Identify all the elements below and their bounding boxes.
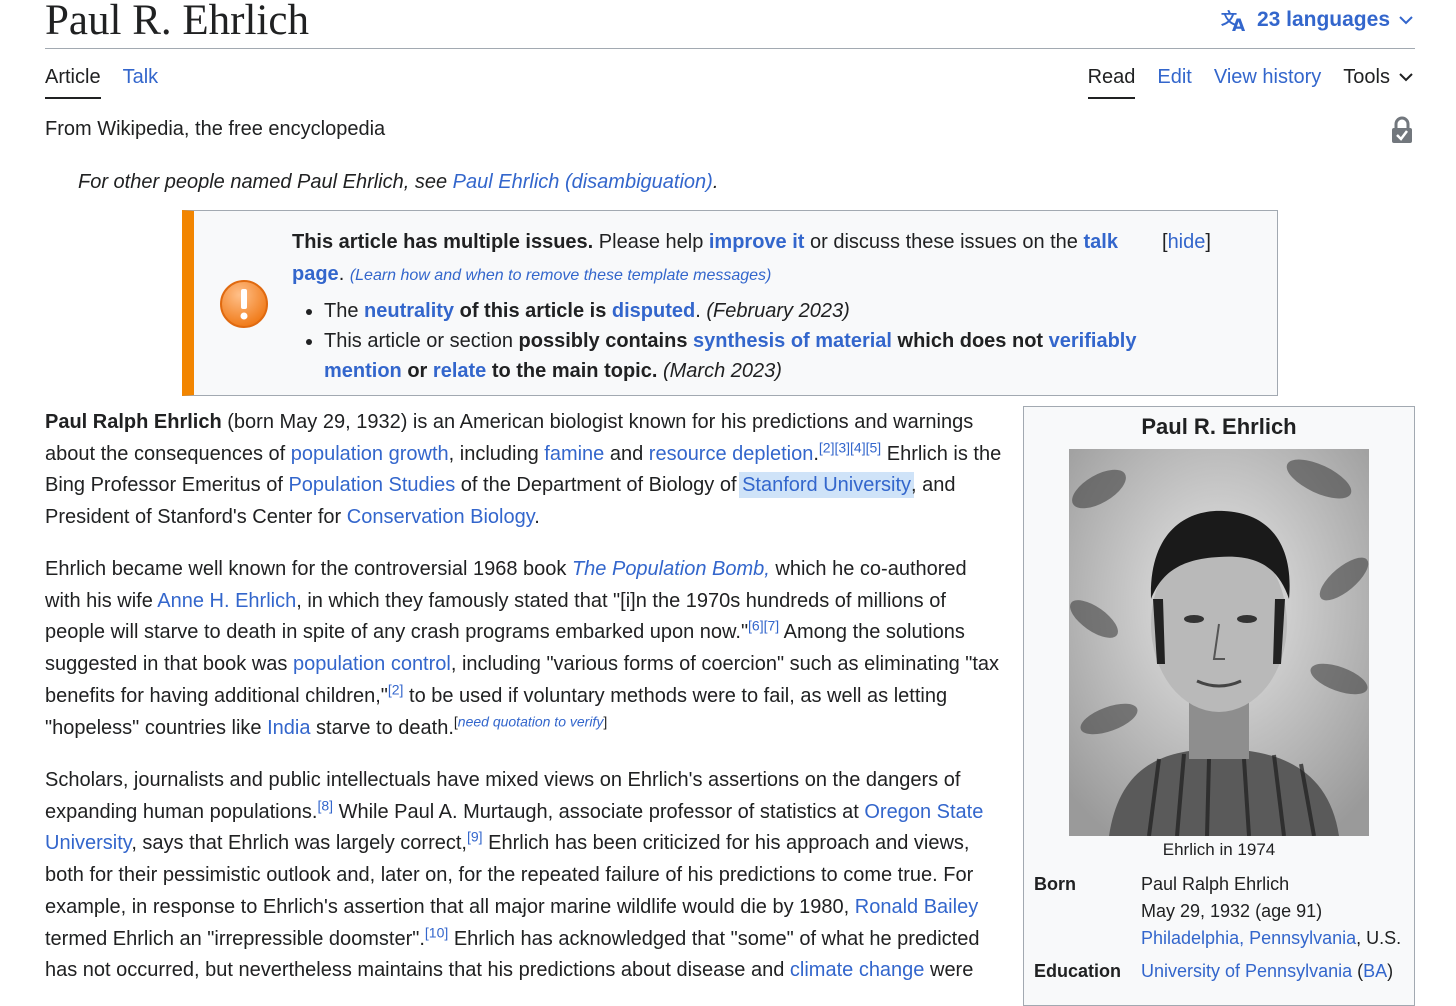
hide-toggle: [hide]	[1162, 231, 1211, 253]
synthesis-link[interactable]: synthesis of material	[693, 330, 892, 352]
resource-depletion-link[interactable]: resource depletion	[649, 443, 814, 465]
issue-date: (March 2023)	[657, 360, 782, 382]
citation-refs[interactable]: [9]	[467, 829, 483, 845]
born-date: May 29, 1932 (age 91)	[1141, 901, 1323, 921]
anne-ehrlich-link[interactable]: Anne H. Ehrlich	[157, 590, 296, 612]
relate-link[interactable]: relate	[433, 360, 486, 382]
citation-refs[interactable]: [6][7]	[748, 618, 779, 634]
issue-synthesis: This article or section possibly contain…	[324, 326, 1152, 386]
population-studies-link[interactable]: Population Studies	[288, 474, 455, 496]
citation-refs[interactable]: [2][3][4][5]	[819, 439, 881, 455]
issue-date: (February 2023)	[706, 300, 850, 322]
tagline: From Wikipedia, the free encyclopedia	[45, 118, 386, 140]
tools-menu[interactable]: Tools	[1343, 66, 1414, 97]
tab-edit[interactable]: Edit	[1157, 66, 1191, 97]
tab-read[interactable]: Read	[1087, 66, 1136, 99]
lead-paragraph-1: Paul Ralph Ehrlich (born May 29, 1932) i…	[45, 411, 1002, 529]
tools-label: Tools	[1343, 66, 1390, 88]
portrait-caption: Ehrlich in 1974	[1162, 840, 1276, 859]
languages-button[interactable]: 文A 23 languages	[1221, 8, 1414, 32]
disputed-link[interactable]: disputed	[612, 300, 695, 322]
india-link[interactable]: India	[267, 717, 310, 739]
citation-refs[interactable]: [2]	[388, 681, 404, 697]
page-title: Paul R. Ehrlich	[45, 0, 309, 44]
tab-article[interactable]: Article	[45, 66, 101, 99]
chevron-down-icon	[1398, 66, 1414, 89]
ba-link[interactable]: BA	[1363, 961, 1387, 981]
languages-label: 23 languages	[1256, 8, 1390, 31]
citation-refs[interactable]: [10]	[425, 924, 448, 940]
philadelphia-link[interactable]: Philadelphia, Pennsylvania	[1141, 928, 1356, 948]
need-quotation-link[interactable]: need quotation to verify	[458, 713, 604, 729]
warning-icon	[218, 278, 270, 335]
subject-name: Paul Ralph Ehrlich	[45, 411, 222, 433]
born-name: Paul Ralph Ehrlich	[1141, 874, 1290, 894]
svg-text:A: A	[1232, 16, 1246, 32]
born-value: Paul Ralph Ehrlich May 29, 1932 (age 91)…	[1141, 871, 1411, 952]
citation-refs[interactable]: [8]	[317, 797, 333, 813]
issues-text-mid: or discuss these issues on the	[804, 231, 1084, 253]
lead-paragraph-3: Scholars, journalists and public intelle…	[45, 769, 984, 982]
education-value: University of Pennsylvania (BA)	[1141, 961, 1394, 981]
improve-link[interactable]: improve it	[709, 231, 805, 253]
multiple-issues-text: This article has multiple issues. Please…	[292, 226, 1152, 386]
chevron-down-icon	[1398, 14, 1414, 26]
view-tabs: Read Edit View history Tools	[1087, 66, 1414, 99]
hatnote-suffix: .	[712, 171, 719, 193]
learn-remove-link[interactable]: (Learn how and when to remove these temp…	[350, 267, 772, 284]
climate-change-link[interactable]: climate change	[790, 959, 925, 981]
born-label: Born	[1034, 874, 1076, 894]
hatnote-text: For other people named Paul Ehrlich, see	[78, 171, 453, 193]
issues-text: Please help	[593, 231, 709, 253]
protection-lock-icon[interactable]	[1391, 116, 1413, 149]
population-growth-link[interactable]: population growth	[291, 443, 449, 465]
conservation-biology-link[interactable]: Conservation Biology	[347, 506, 535, 528]
famine-link[interactable]: famine	[544, 443, 604, 465]
tab-view-history[interactable]: View history	[1214, 66, 1321, 97]
issue-neutrality: The neutrality of this article is disput…	[324, 296, 1152, 326]
lead-paragraph-2: Ehrlich became well known for the contro…	[45, 558, 1000, 739]
born-place: Philadelphia, Pennsylvania, U.S.	[1141, 928, 1402, 948]
population-control-link[interactable]: population control	[293, 653, 451, 675]
neutrality-link[interactable]: neutrality	[364, 300, 454, 322]
title-divider	[45, 48, 1415, 49]
population-bomb-link[interactable]: The Population Bomb,	[572, 558, 770, 580]
tab-talk[interactable]: Talk	[123, 66, 159, 99]
hatnote: For other people named Paul Ehrlich, see…	[78, 171, 718, 194]
translate-icon: 文A	[1221, 8, 1249, 32]
hide-link[interactable]: hide	[1168, 231, 1206, 253]
stanford-university-link[interactable]: Stanford University	[739, 472, 915, 499]
ronald-bailey-link[interactable]: Ronald Bailey	[855, 896, 978, 918]
issues-text-after: .	[338, 263, 350, 285]
issues-list: The neutrality of this article is disput…	[292, 296, 1152, 386]
upenn-link[interactable]: University of Pennsylvania	[1141, 961, 1352, 981]
namespace-tabs: Article Talk	[45, 66, 158, 99]
issues-heading: This article has multiple issues.	[292, 231, 594, 253]
portrait-photo[interactable]	[1069, 449, 1369, 837]
disambiguation-link[interactable]: Paul Ehrlich (disambiguation)	[453, 171, 713, 193]
infobox-title: Paul R. Ehrlich	[1141, 414, 1297, 439]
education-label: Education	[1034, 961, 1122, 981]
